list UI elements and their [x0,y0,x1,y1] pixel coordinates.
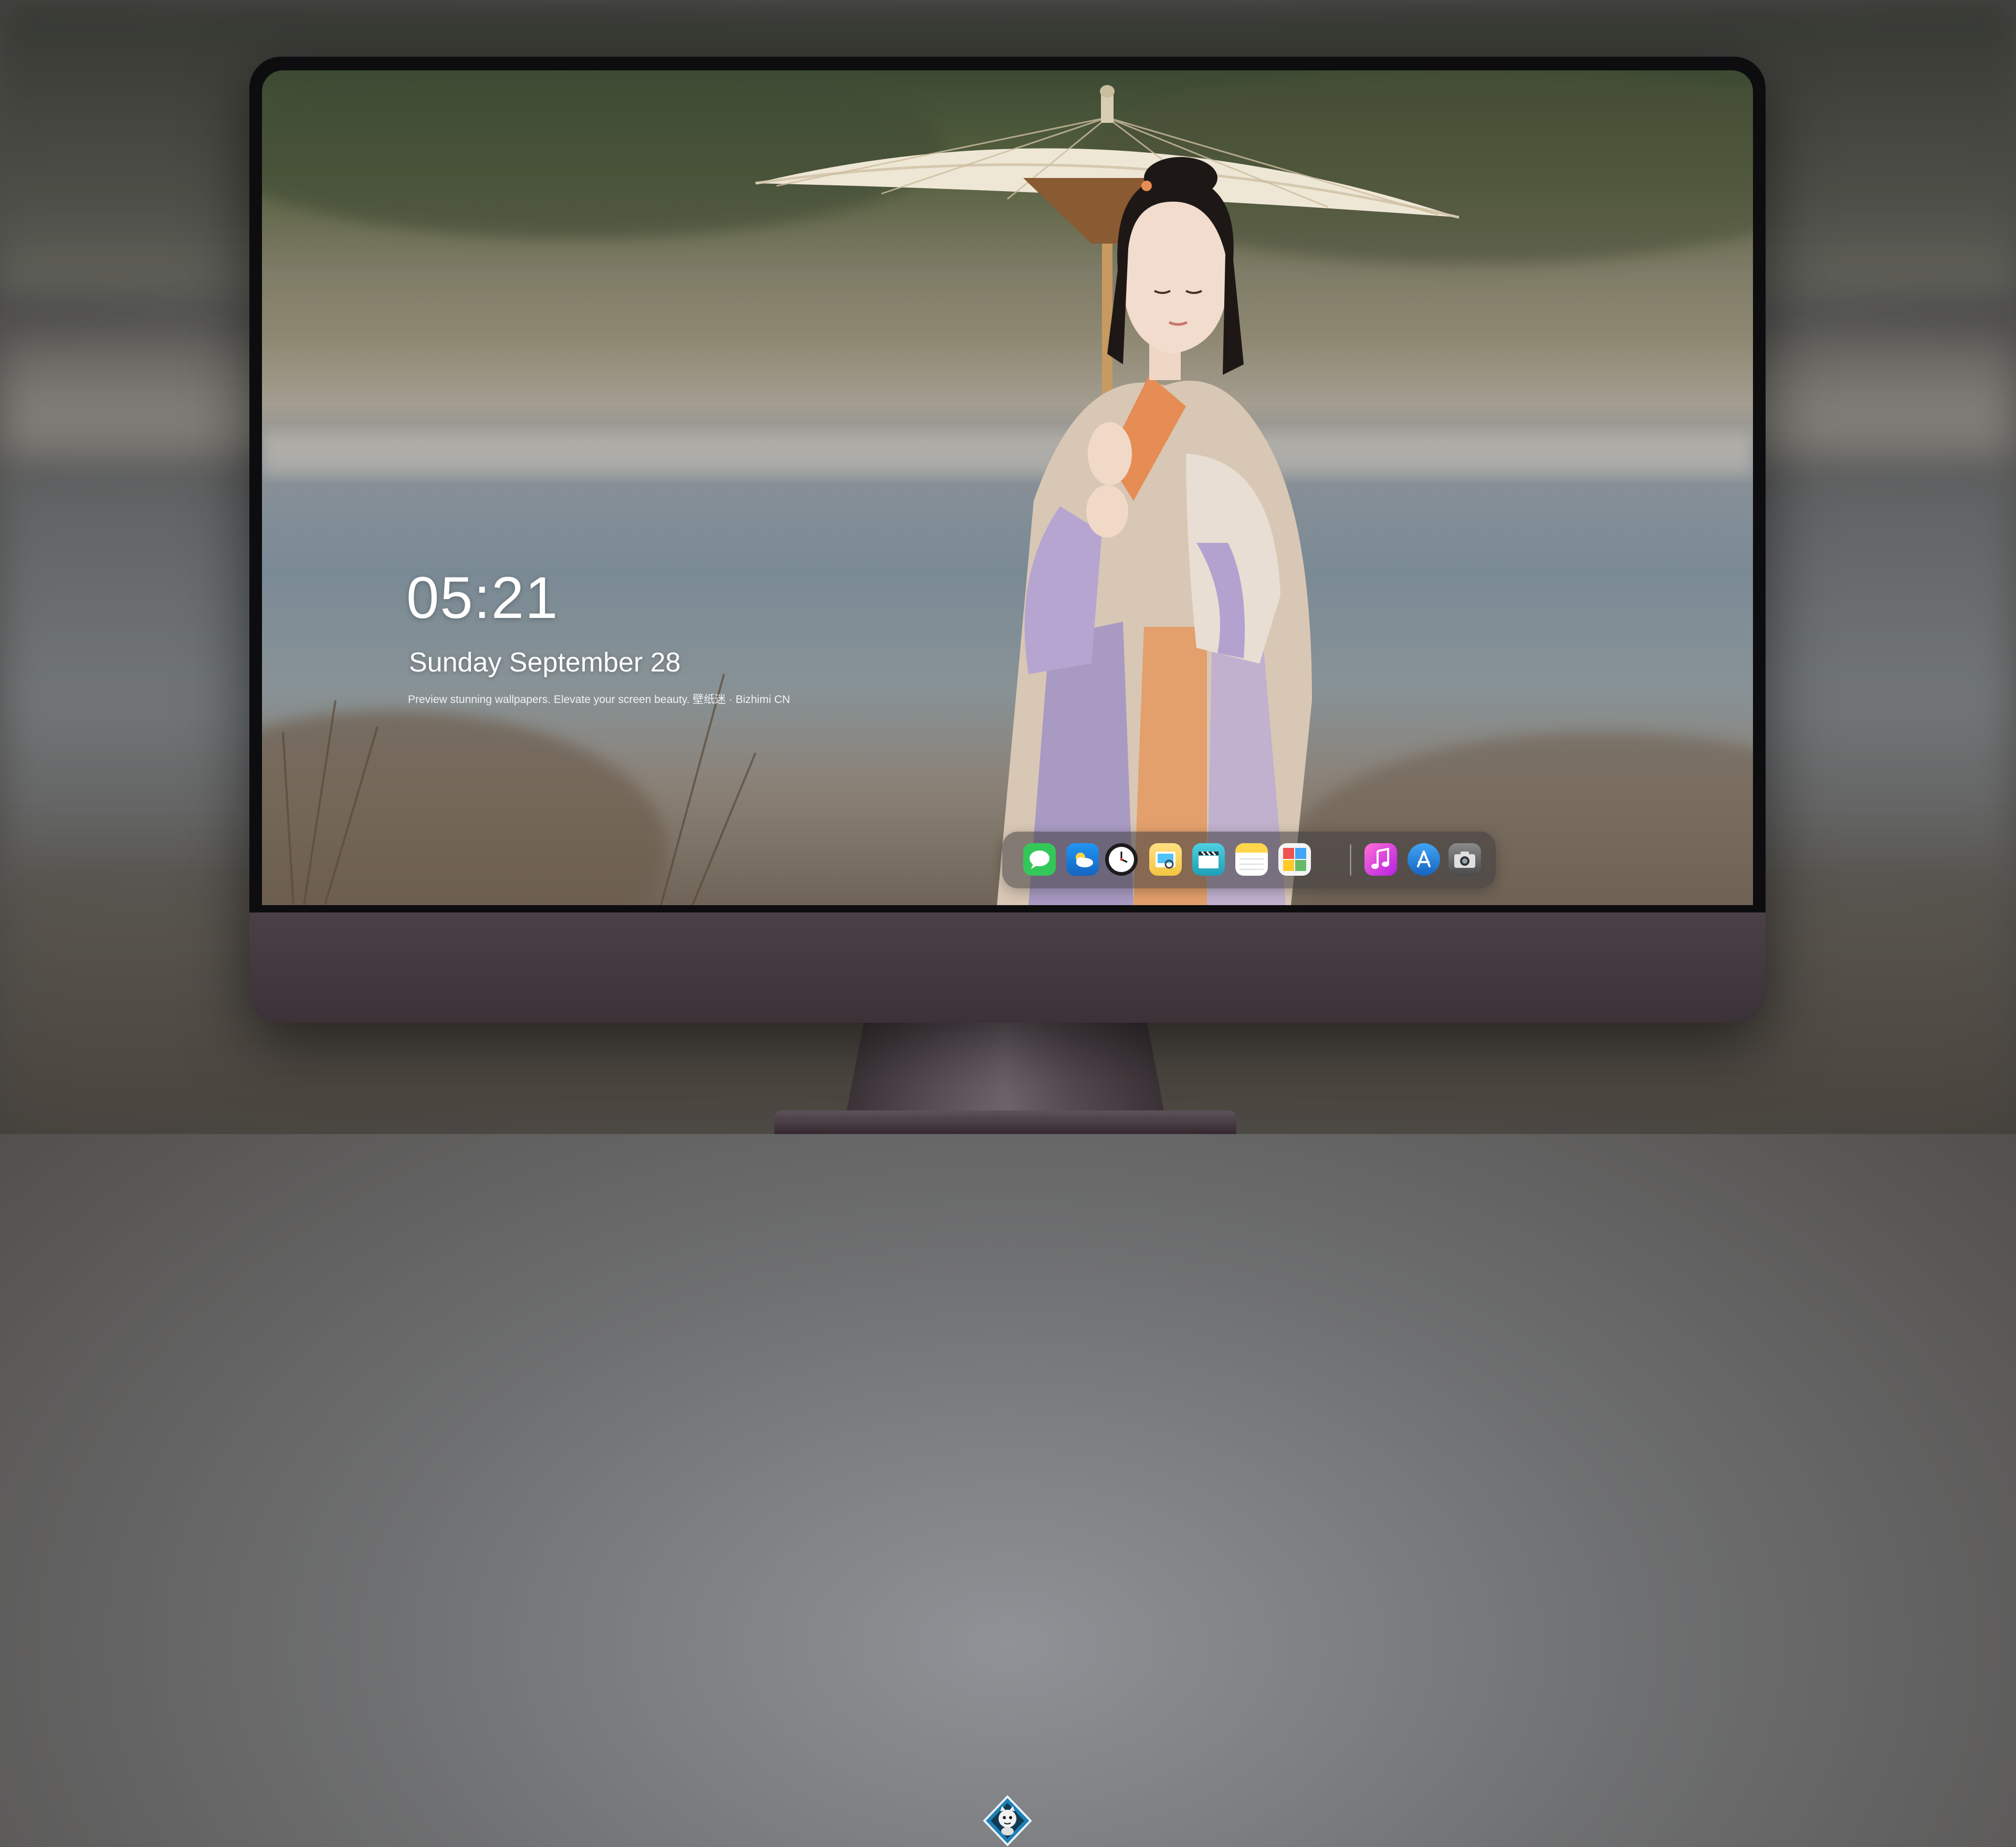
monitor: 05:21 Sunday September 28 Preview stunni… [249,57,1766,1846]
notes-icon[interactable] [1235,843,1268,876]
lock-screen[interactable]: 05:21 Sunday September 28 Preview stunni… [262,70,1753,905]
monitor-stand-neck [845,1019,1166,1118]
clock-icon[interactable] [1105,843,1138,876]
mascot-logo-icon [983,1795,1032,1846]
messages-icon[interactable] [1023,843,1056,876]
app-store-icon[interactable] [1408,843,1440,876]
lock-screen-clock: 05:21 [406,565,559,631]
photo-collage-icon[interactable] [1278,843,1311,876]
monitor-chin [249,912,1766,1846]
camera-icon[interactable] [1448,843,1481,876]
music-icon[interactable] [1364,843,1397,876]
dock [1002,832,1496,888]
lock-screen-tagline: Preview stunning wallpapers. Elevate you… [408,694,790,706]
monitor-stand-base [774,1110,1236,1134]
dock-separator [1350,844,1351,876]
lock-screen-date: Sunday September 28 [409,647,681,678]
weather-icon[interactable] [1066,843,1099,876]
video-clapper-icon[interactable] [1192,843,1225,876]
preview-icon[interactable] [1149,843,1182,876]
wallpaper-scene [262,70,1753,905]
